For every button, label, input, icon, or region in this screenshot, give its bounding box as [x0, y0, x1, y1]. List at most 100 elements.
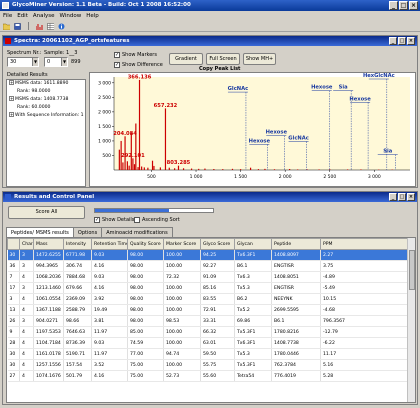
scrollbar-thumb[interactable]: [409, 250, 415, 290]
tab-options[interactable]: Options: [72, 227, 103, 237]
maximize-button[interactable]: □: [399, 1, 408, 10]
table-cell: 2588.79: [63, 304, 92, 316]
spectrum-panel: Spectra: 20061102_AGP_ortsfeatures _ □ ×…: [2, 35, 418, 188]
expand-icon[interactable]: +: [9, 96, 14, 101]
table-cell: 100.00: [163, 293, 201, 305]
table-row[interactable]: 30 4 1257.1556 157.54 3.52 75.00 100.00 55.75 Tx…: [7, 359, 408, 371]
results-close-button[interactable]: ×: [407, 193, 415, 201]
table-cell: -12.79: [320, 326, 408, 338]
spectrum-chart[interactable]: 3 000 2 500 2 000 1 500 1 000 500 500 1 000 1 50…: [89, 72, 416, 187]
table-cell: 4: [19, 337, 34, 349]
menu-edit[interactable]: Edit: [17, 11, 28, 21]
column-header[interactable]: Quality Score: [127, 238, 164, 250]
show-mh-button[interactable]: Show MH+: [243, 53, 276, 65]
show-difference-label: Show Difference: [122, 62, 163, 68]
results-minimize-button[interactable]: _: [389, 193, 397, 201]
column-header[interactable]: Charge: [19, 238, 34, 250]
menu-file[interactable]: File: [3, 11, 12, 21]
spectrum-nr-label: Spectrum Nr.:: [7, 50, 42, 56]
tree-item[interactable]: + MSMS data: 1611.8890: [7, 80, 85, 88]
full-screen-button[interactable]: Full Screen: [206, 53, 240, 65]
score-all-button[interactable]: Score All: [8, 206, 85, 219]
table-cell: 92.27: [200, 260, 235, 272]
column-header[interactable]: Glycan: [234, 238, 272, 250]
table-row[interactable]: 28 4 1104.7184 8736.39 9.03 74.59 100.00 63.01 T…: [7, 337, 408, 349]
table-header: ChargeMassIntensityRetention TimeQuality…: [7, 238, 408, 250]
expand-icon[interactable]: +: [9, 80, 14, 85]
column-header[interactable]: Marker Score: [163, 238, 201, 250]
ascending-sort-checkbox[interactable]: Ascending Sort: [134, 217, 180, 223]
tab-peptides[interactable]: Peptides/ MSMS results: [6, 227, 74, 237]
peak-label: 657.232: [154, 103, 178, 109]
table-cell: 100.00: [163, 304, 201, 316]
sample-label: Sample: 1__3: [44, 50, 78, 56]
table-row[interactable]: 7 4 1068.2036 7884.68 9.03 98.00 72.32 91.09 Tx6…: [7, 271, 408, 283]
results-tabs: Peptides/ MSMS results Options Aminoacid…: [6, 227, 173, 237]
table-row[interactable]: 13 4 1367.1188 2588.79 19.49 98.00 100.00 72.91…: [7, 304, 408, 316]
y-tick-label: 2 000: [98, 109, 111, 115]
open-folder-icon[interactable]: [2, 22, 11, 31]
detailed-results-tree[interactable]: + MSMS data: 1611.8890 Rank: 98.0000 + MSM…: [6, 79, 86, 187]
y-tick-label: 3 000: [98, 80, 111, 86]
table-row[interactable]: 36 3 994.3965 306.74 4.16 98.00 100.00 92.27 B6.…: [7, 260, 408, 272]
tree-item[interactable]: + MSMS data: 1408.7738: [7, 96, 85, 104]
menu-help[interactable]: Help: [86, 11, 99, 21]
table-cell: 3.81: [91, 315, 128, 327]
tab-aminoacid-modifications[interactable]: Aminoacid modifications: [101, 227, 173, 237]
spectrum-nr-select[interactable]: 30 ▼: [7, 57, 39, 67]
column-header[interactable]: Mass: [33, 238, 64, 250]
spectrum-title: Spectra: 20061102_AGP_ortsfeatures: [14, 38, 130, 44]
table-row[interactable]: 17 3 1213.1460 679.66 4.16 98.00 100.00 85.16 Tx…: [7, 282, 408, 294]
chevron-down-icon: ▼: [61, 58, 67, 66]
spectrum-minimize-button[interactable]: _: [389, 37, 397, 45]
show-markers-checkbox[interactable]: ✓ Show Markers: [114, 52, 157, 58]
tree-item-label: Rank: 60.0000: [17, 105, 51, 110]
table-row[interactable]: 30 4 1161.0178 5190.71 11.97 77.00 94.74 59.50 T…: [7, 348, 408, 360]
menu-analyse[interactable]: Analyse: [33, 11, 55, 21]
tree-item[interactable]: + With Sequence Information: 1: [7, 112, 85, 120]
column-header[interactable]: Peptide: [271, 238, 321, 250]
table-row[interactable]: 9 4 1197.5353 7646.63 11.97 85.00 100.00 66.32 T…: [7, 326, 408, 338]
x-tick-label: 1 000: [190, 174, 203, 180]
expand-icon[interactable]: +: [9, 112, 14, 117]
spectrum-close-button[interactable]: ×: [407, 37, 415, 45]
spectrum-icon[interactable]: [35, 22, 44, 31]
column-header[interactable]: [7, 238, 20, 250]
column-header[interactable]: Intensity: [63, 238, 92, 250]
spectrum-maximize-button[interactable]: □: [398, 37, 406, 45]
close-button[interactable]: ×: [409, 1, 418, 10]
table-row[interactable]: 3 4 1061.0554 2369.09 3.92 98.00 100.00 83.55 B6…: [7, 293, 408, 305]
table-row[interactable]: 30 3 1472.6255 6771.98 9.03 98.00 100.00 94.25 T…: [7, 249, 408, 261]
table-scrollbar[interactable]: [407, 238, 415, 402]
table-cell: 85.16: [200, 282, 235, 294]
minimize-button[interactable]: _: [389, 1, 398, 10]
column-header[interactable]: PPM: [320, 238, 408, 250]
tree-item[interactable]: Rank: 98.0000: [7, 88, 85, 96]
menu-window[interactable]: Window: [60, 11, 82, 21]
results-maximize-button[interactable]: □: [398, 193, 406, 201]
table-cell: 98.00: [127, 315, 164, 327]
table-cell: 26: [7, 315, 20, 327]
table-icon[interactable]: [46, 22, 55, 31]
gradient-button[interactable]: Gradient: [169, 53, 203, 65]
info-icon[interactable]: [57, 22, 66, 31]
column-header[interactable]: Retention Time: [91, 238, 128, 250]
sample-select[interactable]: 0 ▼: [44, 57, 68, 67]
table-row[interactable]: 27 4 1074.1676 501.79 4.16 75.00 52.73 55.60 Tet…: [7, 370, 408, 382]
x-tick-label: 500: [147, 174, 156, 180]
table-cell: 55.75: [200, 359, 235, 371]
table-row[interactable]: 26 3 904.0271 98.66 3.81 98.00 98.53 33.31 69.86…: [7, 315, 408, 327]
tree-item[interactable]: Rank: 60.0000: [7, 104, 85, 112]
show-difference-checkbox[interactable]: ✓ Show Difference: [114, 62, 163, 68]
table-cell: 30: [7, 359, 20, 371]
column-header[interactable]: Glyco Score: [200, 238, 235, 250]
save-icon[interactable]: [13, 22, 22, 31]
table-cell: 4: [19, 293, 34, 305]
x-tick-label: 2 500: [323, 174, 336, 180]
x-tick-label: 3 000: [368, 174, 381, 180]
table-cell: 36: [7, 260, 20, 272]
show-details-checkbox[interactable]: ✓ Show Details: [94, 217, 134, 223]
table-cell: 55.60: [200, 370, 235, 382]
table-cell: 157.54: [63, 359, 92, 371]
table-cell: 5.16: [320, 359, 408, 371]
